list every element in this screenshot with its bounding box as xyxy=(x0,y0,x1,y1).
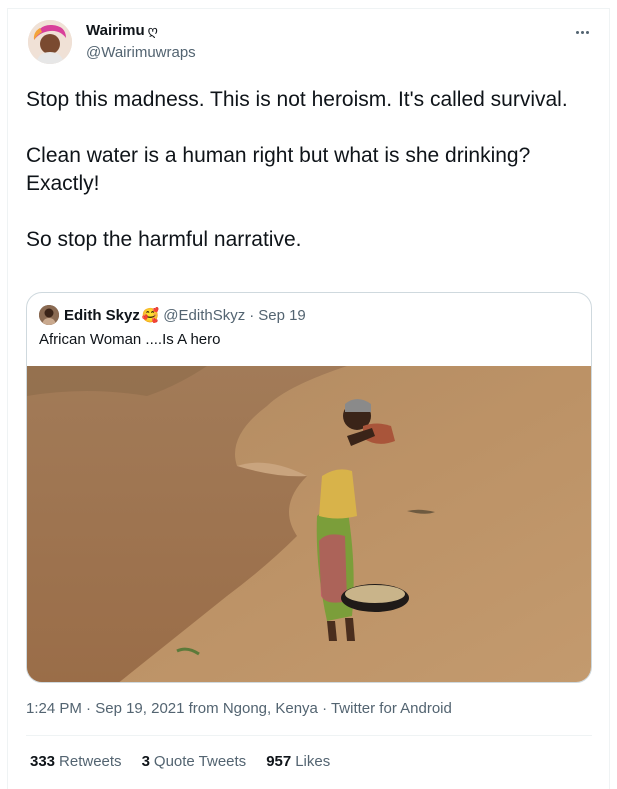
tweet-paragraph: Clean water is a human right but what is… xyxy=(26,144,531,195)
woman-drinking-water-photo xyxy=(27,366,591,682)
tweet-source[interactable]: Twitter for Android xyxy=(331,700,452,717)
tweet-paragraph: So stop the harmful narrative. xyxy=(26,228,302,251)
tweet-paragraph: Stop this madness. This is not heroism. … xyxy=(26,88,568,111)
quoted-display-name[interactable]: Edith Skyz xyxy=(64,307,140,324)
user-avatar-icon xyxy=(28,20,72,64)
retweets-count: 333 xyxy=(30,753,56,770)
retweets-label: Retweets xyxy=(59,753,122,770)
smiling-face-hearts-icon: 🥰 xyxy=(141,306,160,323)
quoted-handle: @EdithSkyz xyxy=(163,306,246,324)
quoted-tweet-card[interactable]: Edith Skyz 🥰 @EdithSkyz · Sep 19 African… xyxy=(26,292,592,683)
tweet-location[interactable]: Ngong, Kenya xyxy=(223,700,318,717)
separator-dot: · xyxy=(249,306,255,324)
quoted-tweet-header: Edith Skyz 🥰 @EdithSkyz · Sep 19 xyxy=(39,305,306,325)
quoted-avatar-icon xyxy=(39,305,59,325)
name-glyph: ღ xyxy=(147,23,158,38)
likes-count: 957 xyxy=(266,753,292,770)
divider xyxy=(26,735,592,736)
tweet-body: Stop this madness. This is not heroism. … xyxy=(26,86,592,254)
quoted-tweet-text: African Woman ....Is A hero xyxy=(39,331,221,348)
likes-stat[interactable]: 957 Likes xyxy=(266,753,330,770)
retweets-stat[interactable]: 333 Retweets xyxy=(30,753,122,770)
tweet-date[interactable]: Sep 19, 2021 xyxy=(95,700,184,717)
author-display-name[interactable]: Wairimu ღ xyxy=(86,22,158,39)
author-avatar[interactable] xyxy=(28,20,72,64)
quote-tweets-label: Quote Tweets xyxy=(153,753,247,770)
quote-tweets-count: 3 xyxy=(141,753,150,770)
quoted-date[interactable]: Sep 19 xyxy=(258,307,306,324)
tweet-metadata: 1:24 PM · Sep 19, 2021 from Ngong, Kenya… xyxy=(26,700,452,717)
quoted-avatar[interactable] xyxy=(39,305,59,325)
from-label: from xyxy=(188,700,219,717)
tweet-time[interactable]: 1:24 PM xyxy=(26,700,82,717)
author-handle[interactable]: @Wairimuwraps xyxy=(86,44,196,61)
likes-label: Likes xyxy=(295,753,331,770)
meta-dot: · xyxy=(86,700,92,717)
more-options-icon[interactable] xyxy=(570,22,594,42)
quote-tweets-stat[interactable]: 3 Quote Tweets xyxy=(142,753,247,770)
meta-dot: · xyxy=(322,700,328,717)
engagement-stats: 333 Retweets 3 Quote Tweets 957 Likes xyxy=(30,753,330,770)
author-name-text: Wairimu xyxy=(86,22,145,39)
quoted-tweet-photo[interactable] xyxy=(27,366,591,682)
